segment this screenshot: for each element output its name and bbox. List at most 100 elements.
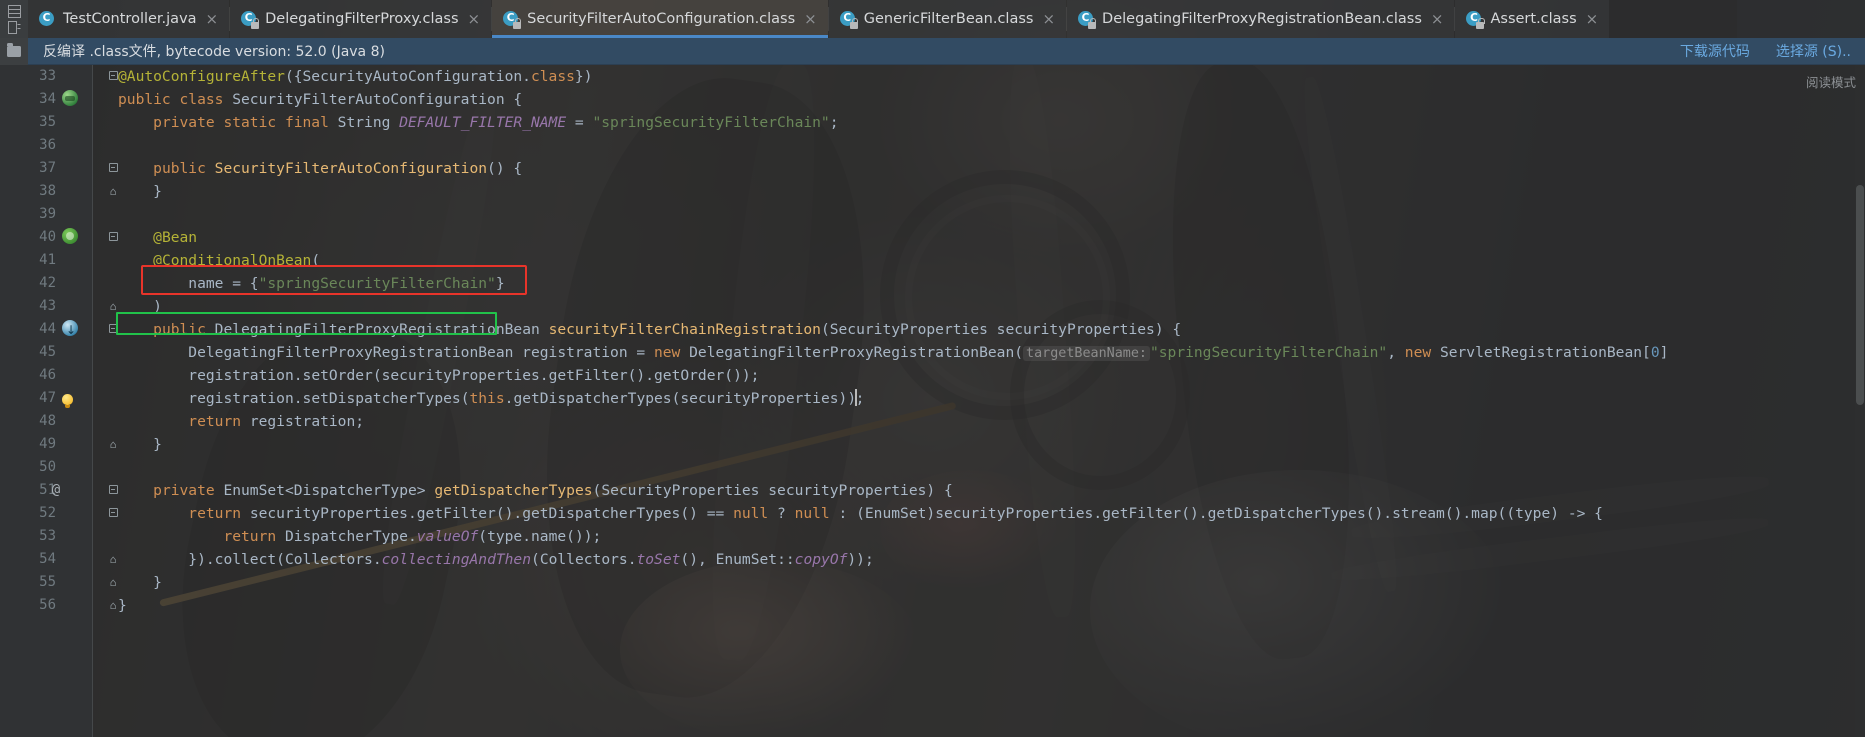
fold-end-icon[interactable]: ⌂: [110, 554, 117, 565]
code-text[interactable]: return DispatcherType.valueOf(type.name(…: [118, 525, 601, 548]
code-line[interactable]: 35 private static final String DEFAULT_F…: [0, 111, 1865, 134]
code-line[interactable]: 49 ⌂ }: [0, 433, 1865, 456]
code-line[interactable]: 41 @ConditionalOnBean(: [0, 249, 1865, 272]
choose-sources-link[interactable]: 选择源 (S)..: [1776, 41, 1851, 61]
code-line[interactable]: 43 ⌂ ): [0, 295, 1865, 318]
code-line[interactable]: 50: [0, 456, 1865, 479]
code-text[interactable]: name = {"springSecurityFilterChain"}: [118, 272, 504, 295]
fold-collapse-icon[interactable]: [108, 163, 118, 172]
code-line[interactable]: 56 ⌂}: [0, 594, 1865, 617]
editor-vertical-scrollbar[interactable]: [1855, 65, 1865, 737]
code-line[interactable]: 33 @AutoConfigureAfter({SecurityAutoConfi…: [0, 65, 1865, 88]
code-text[interactable]: [118, 134, 153, 157]
code-token: ) {: [1154, 321, 1182, 338]
download-sources-link[interactable]: 下载源代码: [1680, 41, 1750, 61]
code-line[interactable]: 46 registration.setOrder(securityPropert…: [0, 364, 1865, 387]
code-line[interactable]: 55 ⌂ }: [0, 571, 1865, 594]
code-line[interactable]: 40 @Bean: [0, 226, 1865, 249]
scrollbar-thumb[interactable]: [1856, 185, 1864, 405]
code-line[interactable]: 37 public SecurityFilterAutoConfiguratio…: [0, 157, 1865, 180]
code-text[interactable]: registration.setDispatcherTypes(this.get…: [118, 387, 864, 410]
close-icon[interactable]: ×: [466, 11, 483, 27]
implementing-method-icon[interactable]: [62, 319, 78, 342]
code-text[interactable]: }: [118, 433, 162, 456]
code-text[interactable]: private EnumSet<DispatcherType> getDispa…: [118, 479, 953, 502]
close-icon[interactable]: ×: [802, 11, 819, 27]
fold-end-icon[interactable]: ⌂: [110, 186, 117, 197]
code-text[interactable]: public SecurityFilterAutoConfiguration()…: [118, 157, 522, 180]
code-line[interactable]: 34 public class SecurityFilterAutoConfigu…: [0, 88, 1865, 111]
code-text[interactable]: }).collect(Collectors.collectingAndThen(…: [118, 548, 873, 571]
editor-tab-assert-class[interactable]: C Assert.class ×: [1455, 0, 1610, 38]
code-token: ServletRegistrationBean: [1439, 343, 1643, 361]
code-text[interactable]: }: [118, 571, 162, 594]
close-icon[interactable]: ×: [1040, 11, 1057, 27]
code-text[interactable]: public DelegatingFilterProxyRegistration…: [118, 318, 1181, 341]
editor-tab-delegatingfilterproxyregistrationbean-class[interactable]: C DelegatingFilterProxyRegistrationBean.c…: [1067, 0, 1455, 38]
code-line[interactable]: 42 name = {"springSecurityFilterChain"}: [0, 272, 1865, 295]
code-token: return: [223, 528, 285, 545]
fold-collapse-icon[interactable]: [108, 232, 118, 241]
code-text[interactable]: @AutoConfigureAfter({SecurityAutoConfigu…: [118, 65, 592, 88]
fold-collapse-icon[interactable]: [108, 71, 118, 80]
code-token: DEFAULT_FILTER_NAME: [399, 114, 567, 131]
code-text[interactable]: return registration;: [118, 410, 364, 433]
reader-mode-label[interactable]: 阅读模式: [1806, 72, 1856, 91]
code-line[interactable]: 48 return registration;: [0, 410, 1865, 433]
code-line[interactable]: 44 public DelegatingFilterProxyRegistrat…: [0, 318, 1865, 342]
code-token: .: [522, 68, 531, 85]
notification-gutter: [0, 37, 28, 65]
code-line[interactable]: 54 ⌂ }).collect(Collectors.collectingAndT…: [0, 548, 1865, 571]
code-line[interactable]: 51 @ private EnumSet<DispatcherType> getD…: [0, 479, 1865, 502]
fold-collapse-icon[interactable]: [108, 324, 118, 333]
code-text[interactable]: return securityProperties.getFilter().ge…: [118, 502, 1603, 525]
code-line[interactable]: 47 registration.setDispatcherTypes(this.…: [0, 387, 1865, 410]
code-text[interactable]: @Bean: [118, 226, 197, 249]
code-content[interactable]: 33 @AutoConfigureAfter({SecurityAutoConfi…: [0, 65, 1865, 737]
code-token: (: [311, 252, 321, 269]
code-line[interactable]: 38 ⌂ }: [0, 180, 1865, 203]
spring-gutter-icon[interactable]: [62, 90, 80, 108]
editor-tab-delegatingfilterproxy-class[interactable]: C DelegatingFilterProxy.class ×: [230, 0, 492, 38]
fold-end-icon[interactable]: ⌂: [110, 439, 117, 450]
code-token: SecurityAutoConfiguration: [302, 68, 523, 85]
tab-label: SecurityFilterAutoConfiguration.class: [527, 11, 796, 27]
code-text[interactable]: ): [118, 295, 162, 318]
intention-gutter-icon[interactable]: [62, 389, 80, 408]
code-text[interactable]: }: [118, 180, 162, 203]
code-line[interactable]: 53 return DispatcherType.valueOf(type.na…: [0, 525, 1865, 548]
structure-icon: [7, 4, 21, 18]
code-line[interactable]: 45 DelegatingFilterProxyRegistrationBean…: [0, 341, 1865, 364]
fold-collapse-icon[interactable]: [108, 508, 118, 517]
fold-end-icon[interactable]: ⌂: [110, 577, 117, 588]
tool-window-stripe[interactable]: [0, 0, 28, 38]
close-icon[interactable]: ×: [1584, 11, 1601, 27]
code-text[interactable]: private static final String DEFAULT_FILT…: [118, 111, 838, 134]
close-icon[interactable]: ×: [204, 11, 221, 27]
fold-collapse-icon[interactable]: [108, 485, 118, 494]
override-marker-icon[interactable]: @: [46, 479, 66, 502]
implemented-gutter-icon[interactable]: [62, 319, 80, 342]
code-token: toSet: [636, 551, 681, 568]
code-line[interactable]: 39: [0, 203, 1865, 226]
code-text[interactable]: registration.setOrder(securityProperties…: [118, 364, 759, 387]
editor-tab-securityfilterautoconfiguration-class[interactable]: C SecurityFilterAutoConfiguration.class ×: [492, 0, 828, 38]
bean-gutter-icon[interactable]: [62, 228, 80, 246]
bean-icon[interactable]: [62, 228, 78, 244]
code-text[interactable]: @ConditionalOnBean(: [118, 249, 320, 272]
spring-leaf-icon[interactable]: [62, 90, 78, 106]
code-text[interactable]: public class SecurityFilterAutoConfigura…: [118, 88, 522, 111]
code-text[interactable]: [118, 203, 153, 226]
close-icon[interactable]: ×: [1429, 11, 1446, 27]
editor-tab-testcontroller-java[interactable]: C TestController.java ×: [28, 0, 230, 38]
lightbulb-icon[interactable]: [62, 394, 73, 408]
editor-tab-genericfilterbean-class[interactable]: C GenericFilterBean.class ×: [828, 0, 1067, 38]
code-text[interactable]: [118, 456, 153, 479]
code-line[interactable]: 52 return securityProperties.getFilter()…: [0, 502, 1865, 525]
fold-end-icon[interactable]: ⌂: [110, 301, 117, 312]
code-text[interactable]: }: [118, 594, 127, 617]
code-text[interactable]: DelegatingFilterProxyRegistrationBean re…: [118, 341, 1668, 365]
fold-end-icon[interactable]: ⌂: [110, 600, 117, 611]
code-line[interactable]: 36: [0, 134, 1865, 157]
code-editor[interactable]: 33 @AutoConfigureAfter({SecurityAutoConfi…: [0, 65, 1865, 737]
